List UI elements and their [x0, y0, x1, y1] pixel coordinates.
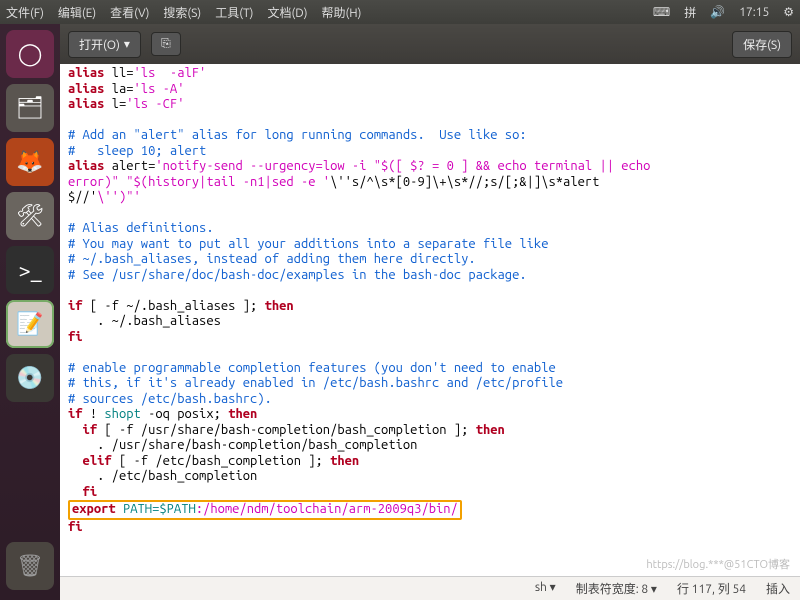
unity-launcher: ◯ 🗂 🦊 🛠 >_ 📝 💿 🗑 [0, 24, 60, 600]
menu-docs[interactable]: 文档(D) [267, 4, 307, 21]
menu-tools[interactable]: 工具(T) [215, 4, 253, 21]
cursor-position: 行 117, 列 54 [677, 580, 746, 597]
launcher-trash-icon[interactable]: 🗑 [6, 542, 54, 590]
tab-width-selector[interactable]: 制表符宽度: 8 ▾ [576, 580, 657, 597]
clock-text[interactable]: 17:15 [739, 6, 769, 19]
editor-toolbar: 打开(O) ▾ ⎘ 保存(S) [60, 24, 800, 64]
insert-mode[interactable]: 插入 [766, 580, 790, 597]
new-tab-icon: ⎘ [161, 37, 171, 51]
launcher-dash-icon[interactable]: ◯ [6, 30, 54, 78]
editor-window: 打开(O) ▾ ⎘ 保存(S) alias ll='ls -alF' alias… [60, 24, 800, 600]
input-method-icon[interactable]: 拼 [684, 4, 696, 21]
chevron-down-icon: ▾ [124, 37, 130, 51]
status-bar: sh ▾ 制表符宽度: 8 ▾ 行 117, 列 54 插入 [60, 576, 800, 600]
new-tab-button[interactable]: ⎘ [151, 32, 181, 56]
highlighted-export-line: export PATH=$PATH:/home/ndm/toolchain/ar… [68, 500, 462, 520]
system-topbar: 文件(F) 编辑(E) 查看(V) 搜索(S) 工具(T) 文档(D) 帮助(H… [0, 0, 800, 24]
launcher-disc-icon[interactable]: 💿 [6, 354, 54, 402]
launcher-terminal-icon[interactable]: >_ [6, 246, 54, 294]
code-area[interactable]: alias ll='ls -alF' alias la='ls -A' alia… [60, 64, 800, 576]
open-button[interactable]: 打开(O) ▾ [68, 31, 141, 58]
menu-edit[interactable]: 编辑(E) [58, 4, 96, 21]
save-button[interactable]: 保存(S) [732, 31, 792, 58]
watermark-text: https://blog.***@51CTO博客 [646, 556, 790, 572]
launcher-firefox-icon[interactable]: 🦊 [6, 138, 54, 186]
open-button-label: 打开(O) [79, 36, 120, 53]
launcher-gedit-icon[interactable]: 📝 [6, 300, 54, 348]
launcher-files-icon[interactable]: 🗂 [6, 84, 54, 132]
launcher-settings-icon[interactable]: 🛠 [6, 192, 54, 240]
language-selector[interactable]: sh ▾ [535, 580, 556, 597]
menu-search[interactable]: 搜索(S) [163, 4, 201, 21]
menu-file[interactable]: 文件(F) [6, 4, 44, 21]
menu-view[interactable]: 查看(V) [110, 4, 149, 21]
volume-icon[interactable]: 🔊 [710, 5, 725, 19]
menu-help[interactable]: 帮助(H) [322, 4, 362, 21]
save-button-label: 保存(S) [743, 36, 781, 53]
keyboard-icon[interactable]: ⌨ [653, 5, 670, 19]
gear-icon[interactable]: ⚙ [783, 5, 794, 19]
